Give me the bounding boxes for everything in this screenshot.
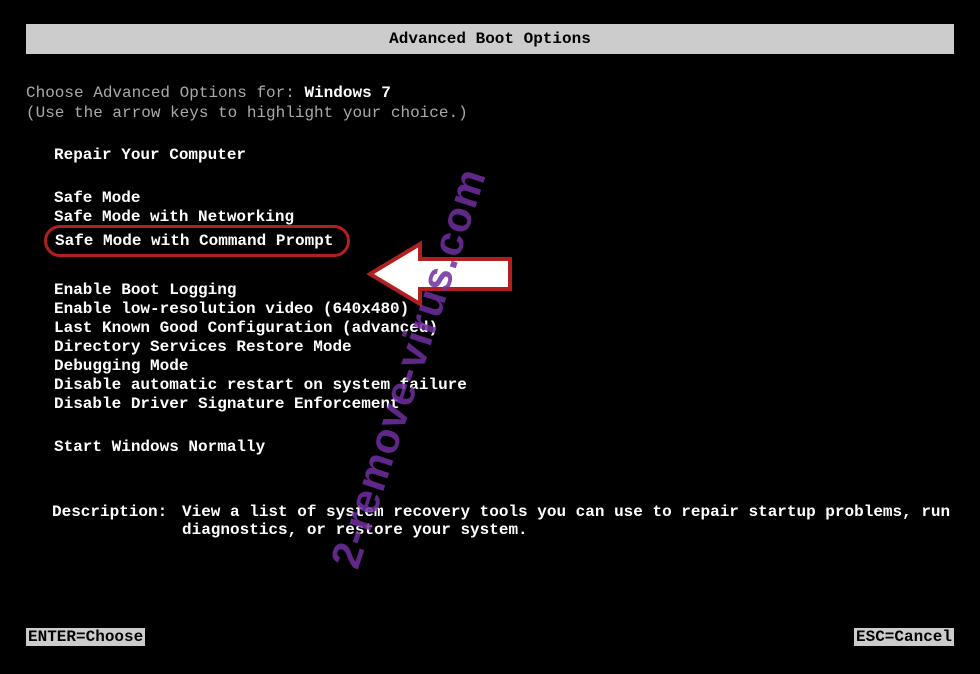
arrow-annotation-icon (360, 239, 520, 314)
option-safe-mode-networking[interactable]: Safe Mode with Networking (50, 208, 298, 226)
option-disable-auto-restart[interactable]: Disable automatic restart on system fail… (50, 376, 471, 394)
option-disable-driver-sig[interactable]: Disable Driver Signature Enforcement (50, 395, 404, 413)
page-title: Advanced Boot Options (389, 30, 591, 48)
description-text: View a list of system recovery tools you… (182, 503, 954, 539)
option-start-normally[interactable]: Start Windows Normally (50, 438, 269, 456)
title-bar: Advanced Boot Options (26, 24, 954, 54)
os-prompt-line: Choose Advanced Options for: Windows 7 (26, 84, 954, 102)
option-debugging-mode[interactable]: Debugging Mode (50, 357, 192, 375)
option-safe-mode-command-prompt[interactable]: Safe Mode with Command Prompt (44, 225, 350, 257)
option-last-known-good[interactable]: Last Known Good Configuration (advanced) (50, 319, 442, 337)
description-block: Description: View a list of system recov… (26, 503, 954, 539)
hint-line: (Use the arrow keys to highlight your ch… (26, 104, 954, 122)
option-low-res-video[interactable]: Enable low-resolution video (640x480) (50, 300, 413, 318)
option-directory-services-restore[interactable]: Directory Services Restore Mode (50, 338, 356, 356)
normal-section: Start Windows Normally (26, 438, 954, 457)
os-name: Windows 7 (304, 84, 390, 102)
option-repair-computer[interactable]: Repair Your Computer (50, 146, 250, 164)
description-label: Description: (52, 503, 182, 539)
repair-section: Repair Your Computer (26, 146, 954, 165)
option-safe-mode[interactable]: Safe Mode (50, 189, 144, 207)
footer-esc: ESC=Cancel (854, 628, 954, 646)
option-enable-boot-logging[interactable]: Enable Boot Logging (50, 281, 240, 299)
footer-enter: ENTER=Choose (26, 628, 145, 646)
prompt-prefix: Choose Advanced Options for: (26, 84, 304, 102)
